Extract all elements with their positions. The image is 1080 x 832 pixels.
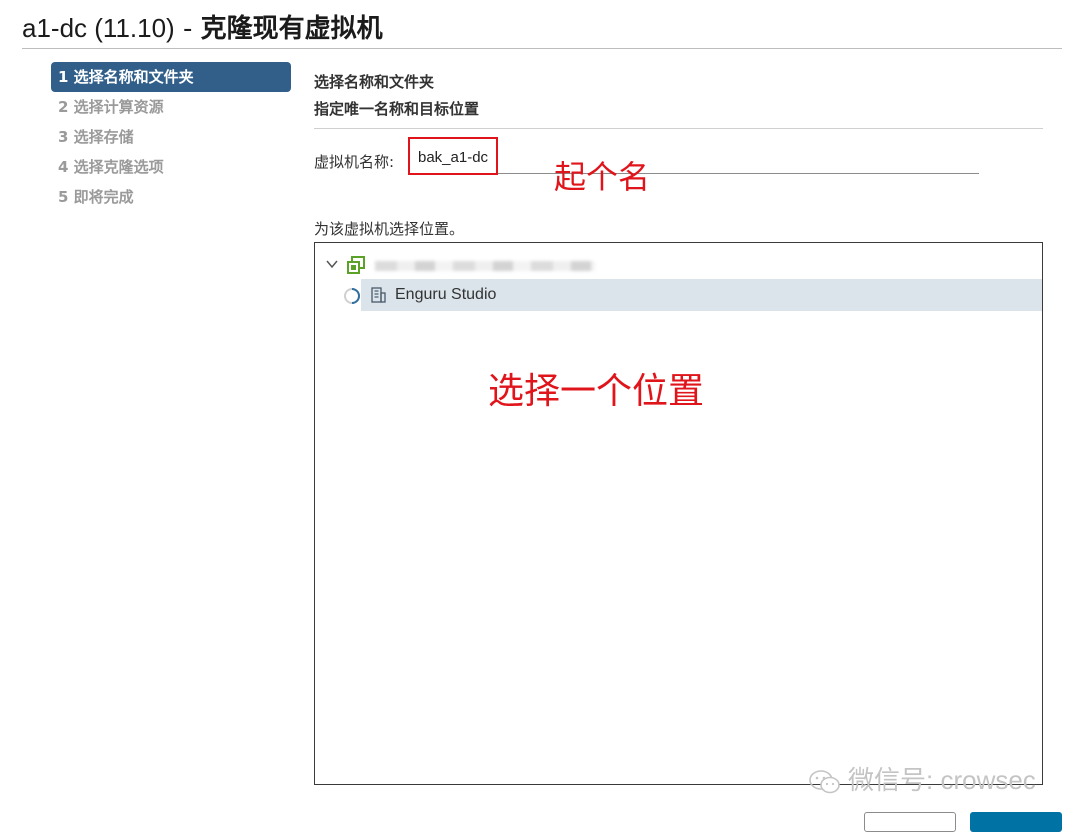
datacenter-icon [347,256,365,274]
step-select-name-folder[interactable]: 1 选择名称和文件夹 [51,62,291,92]
location-annotation: 选择一个位置 [488,371,705,412]
wizard-title: a1-dc (11.10) - 克隆现有虚拟机 [22,8,383,45]
location-tree: Enguru Studio 选择一个位置 [314,242,1043,785]
location-label: 为该虚拟机选择位置。 [314,220,465,238]
next-button[interactable] [970,812,1062,832]
vm-name-input[interactable] [414,145,492,169]
wizard-steps: 1 选择名称和文件夹 2 选择计算资源 3 选择存储 4 选择克隆选项 5 即将… [51,62,291,212]
title-divider [22,48,1062,49]
folder-label[interactable]: Enguru Studio [395,286,496,304]
vm-name-title: a1-dc (11.10) [22,13,175,43]
wechat-icon [809,770,840,794]
title-separator: - [174,14,201,44]
content-divider [314,128,1043,129]
building-folder-icon [371,287,386,303]
cancel-button[interactable] [864,812,956,832]
wizard-action-title: 克隆现有虚拟机 [200,14,383,44]
name-annotation: 起个名 [554,158,651,196]
loading-spinner-icon [344,288,360,304]
step-select-compute-resource[interactable]: 2 选择计算资源 [51,92,291,122]
step-ready-to-complete[interactable]: 5 即将完成 [51,182,291,212]
page-subheading: 指定唯一名称和目标位置 [314,100,480,118]
watermark-text: 微信号: crowsec [848,765,1036,795]
vm-name-label: 虚拟机名称: [314,153,395,171]
chevron-down-icon[interactable] [325,257,339,271]
blurred-datacenter-name [375,261,595,271]
step-select-clone-options[interactable]: 4 选择克隆选项 [51,152,291,182]
vm-name-highlight-box [408,137,498,175]
page-heading: 选择名称和文件夹 [314,73,435,91]
watermark: 微信号: crowsec [808,760,1036,797]
step-select-storage[interactable]: 3 选择存储 [51,122,291,152]
